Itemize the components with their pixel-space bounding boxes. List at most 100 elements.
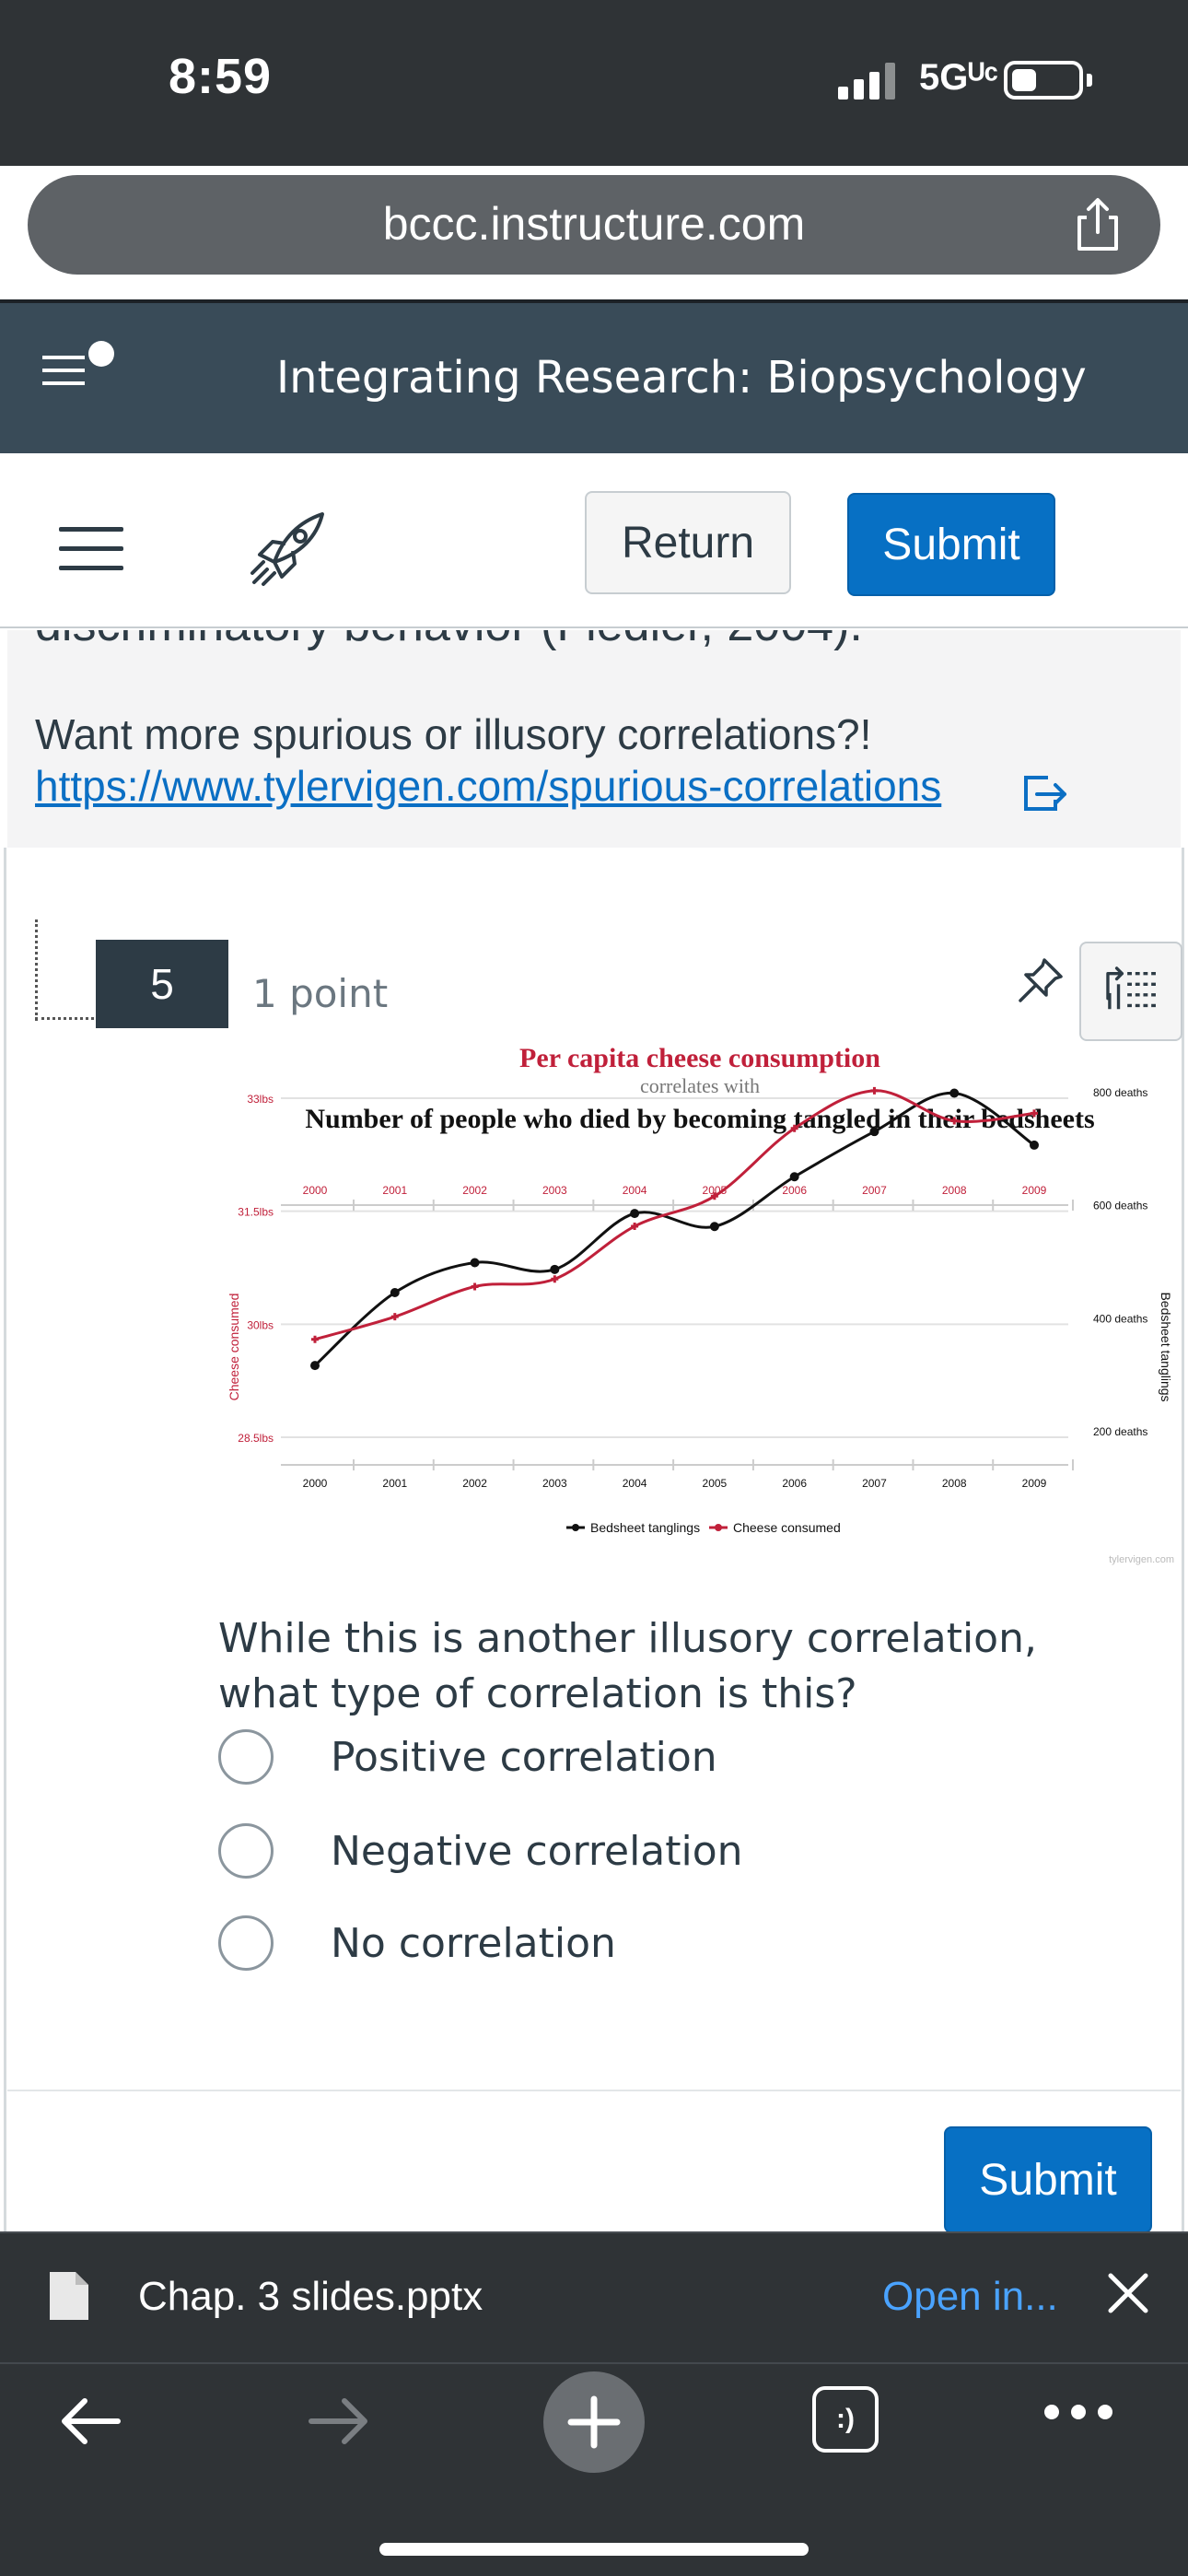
tabs-button[interactable]: :) [812,2386,879,2453]
left-tick-label: 30lbs [247,1318,274,1331]
left-tick-label: 33lbs [247,1093,274,1106]
x-bottom-tick-label: 2002 [462,1477,487,1490]
option-label: No correlation [331,1919,616,1967]
right-tick-label: 200 deaths [1093,1425,1147,1438]
course-title: Integrating Research: Biopsychology [276,352,1087,404]
legend-label: Bedsheet tanglings [590,1520,700,1535]
question-points: 1 point [252,971,389,1016]
pin-icon[interactable] [1015,954,1066,1006]
data-point [1030,1140,1039,1150]
x-bottom-tick-label: 2006 [782,1477,807,1490]
right-axis-label: Bedsheet tanglings [1159,1292,1173,1401]
left-axis-label: Cheese consumed [227,1294,241,1401]
x-top-tick-label: 2001 [382,1184,407,1197]
global-nav-icon[interactable] [39,335,122,400]
menu-icon[interactable] [59,527,123,573]
rocket-icon[interactable] [247,509,328,590]
right-tick-label: 800 deaths [1093,1086,1147,1099]
data-point [550,1264,560,1274]
data-point [390,1287,400,1297]
x-bottom-tick-label: 2001 [382,1477,407,1490]
back-arrow-icon[interactable] [57,2395,122,2447]
data-point [470,1258,480,1268]
more-icon[interactable] [1044,2405,1112,2423]
data-point [311,1335,319,1343]
quiz-content: discriminatory behavior (Fiedler, 2004).… [0,630,1188,2233]
data-point [471,1282,479,1291]
x-top-tick-label: 2007 [862,1184,887,1197]
submit-button-top[interactable]: Submit [847,493,1055,596]
battery-icon [1004,61,1083,100]
data-point [870,1086,879,1095]
external-link-icon [1024,776,1066,811]
x-top-tick-label: 2004 [623,1184,647,1197]
x-top-tick-label: 2003 [542,1184,567,1197]
x-bottom-tick-label: 2003 [542,1477,567,1490]
x-top-tick-label: 2000 [303,1184,328,1197]
cut-off-text: discriminatory behavior (Fiedler, 2004). [35,630,863,652]
return-button[interactable]: Return [585,491,791,594]
signal-icon [838,63,895,100]
option-label: Positive correlation [331,1733,717,1781]
chart-subtitle: correlates with [640,1074,760,1097]
home-indicator [379,2543,809,2556]
data-point [709,1222,719,1232]
left-tick-label: 28.5lbs [238,1432,274,1445]
data-point [789,1172,799,1182]
x-bottom-tick-label: 2004 [623,1477,647,1490]
x-bottom-tick-label: 2005 [703,1477,728,1490]
x-top-tick-label: 2008 [942,1184,967,1197]
chart-title: Per capita cheese consumption [519,1043,880,1073]
x-top-tick-label: 2002 [462,1184,487,1197]
option-none[interactable]: No correlation [218,1911,955,1975]
question-list-icon [1106,966,1158,1010]
status-bar: 8:59 5Gᵁᶜ [0,0,1188,166]
download-file-name: Chap. 3 slides.pptx [138,2274,483,2319]
address-bar[interactable]: bccc.instructure.com [28,175,1160,275]
chart-source: tylervigen.com [1109,1554,1174,1565]
spurious-correlations-link[interactable]: https://www.tylervigen.com/spurious-corr… [35,761,941,811]
data-point [310,1361,320,1371]
radio-positive[interactable] [218,1729,274,1785]
legend-label: Cheese consumed [733,1520,841,1535]
left-tick-label: 31.5lbs [238,1206,274,1219]
radio-none[interactable] [218,1915,274,1971]
data-point [630,1209,640,1219]
x-bottom-tick-label: 2009 [1022,1477,1047,1490]
data-point [949,1088,960,1098]
question-number: 5 [96,940,228,1028]
option-positive[interactable]: Positive correlation [218,1725,955,1789]
x-bottom-tick-label: 2008 [942,1477,967,1490]
correlation-chart: Per capita cheese consumption correlates… [227,1043,1174,1565]
option-label: Negative correlation [331,1827,743,1875]
plus-icon [567,2395,621,2449]
url-text: bccc.instructure.com [382,198,806,250]
legend-marker [572,1524,579,1531]
document-icon [50,2272,88,2320]
submit-button-bottom[interactable]: Submit [944,2126,1152,2233]
radio-negative[interactable] [218,1823,274,1879]
chart-title-2: Number of people who died by becoming ta… [305,1104,1094,1134]
legend-marker [715,1524,722,1531]
data-point [869,1127,879,1137]
question-text: While this is another illusory correlati… [218,1615,1037,1717]
status-time: 8:59 [169,49,273,104]
right-tick-label: 400 deaths [1093,1312,1147,1325]
x-top-tick-label: 2006 [782,1184,807,1197]
forward-arrow-icon[interactable] [308,2395,372,2447]
option-negative[interactable]: Negative correlation [218,1819,955,1883]
right-tick-label: 600 deaths [1093,1200,1147,1212]
data-point [551,1275,559,1283]
x-top-tick-label: 2009 [1022,1184,1047,1197]
open-in-button[interactable]: Open in... [882,2274,1058,2320]
question-list-button[interactable] [1079,942,1182,1041]
network-label: 5Gᵁᶜ [919,57,998,98]
previous-question-section: discriminatory behavior (Fiedler, 2004).… [7,630,1181,848]
more-correlations-text: Want more spurious or illusory correlati… [35,710,872,758]
x-bottom-tick-label: 2007 [862,1477,887,1490]
new-tab-button[interactable] [543,2371,645,2473]
x-bottom-tick-label: 2000 [303,1477,328,1490]
share-icon[interactable] [1072,197,1124,252]
close-icon[interactable] [1103,2268,1153,2318]
data-point [390,1313,399,1321]
